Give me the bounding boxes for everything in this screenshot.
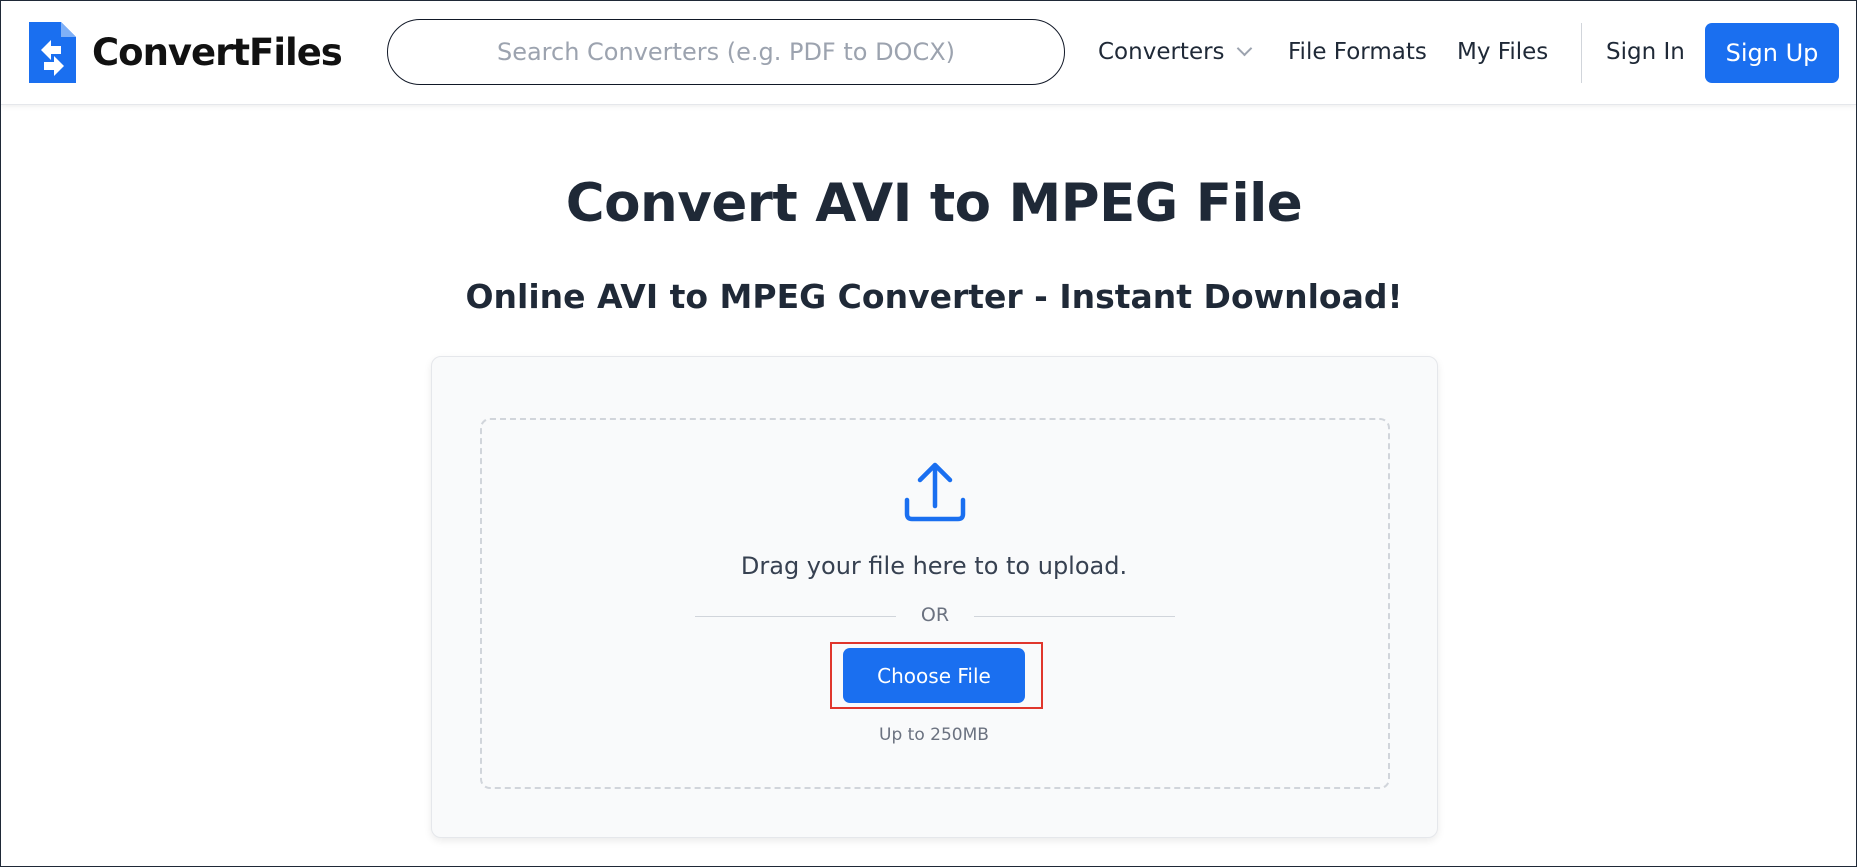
page-title: Convert AVI to MPEG File xyxy=(565,173,1303,234)
page: ConvertFiles Converters File Formats My … xyxy=(0,0,1857,867)
page-subtitle: Online AVI to MPEG Converter - Instant D… xyxy=(465,277,1403,316)
or-divider: OR xyxy=(695,604,1175,630)
convertfiles-logo-icon xyxy=(29,22,76,83)
choose-file-button[interactable]: Choose File xyxy=(843,648,1025,703)
logo-text: ConvertFiles xyxy=(92,31,343,74)
logo-link[interactable]: ConvertFiles xyxy=(29,22,343,83)
nav-converters-label: Converters xyxy=(1098,39,1225,65)
upload-icon xyxy=(904,462,966,522)
or-line-left xyxy=(695,616,896,617)
drag-instruction-text: Drag your file here to to upload. xyxy=(740,552,1128,580)
or-text: OR xyxy=(920,604,950,626)
search-input[interactable] xyxy=(388,37,1064,67)
nav-file-formats[interactable]: File Formats xyxy=(1288,39,1427,65)
search-box[interactable] xyxy=(387,19,1065,85)
file-size-limit: Up to 250MB xyxy=(879,725,989,745)
sign-in-link[interactable]: Sign In xyxy=(1606,39,1685,65)
nav-divider xyxy=(1581,23,1582,83)
sign-up-button[interactable]: Sign Up xyxy=(1705,23,1839,83)
site-header: ConvertFiles Converters File Formats My … xyxy=(1,1,1856,105)
nav-converters-dropdown[interactable]: Converters xyxy=(1098,39,1252,65)
nav-my-files[interactable]: My Files xyxy=(1457,39,1548,65)
chevron-down-icon xyxy=(1236,40,1252,57)
or-line-right xyxy=(974,616,1175,617)
